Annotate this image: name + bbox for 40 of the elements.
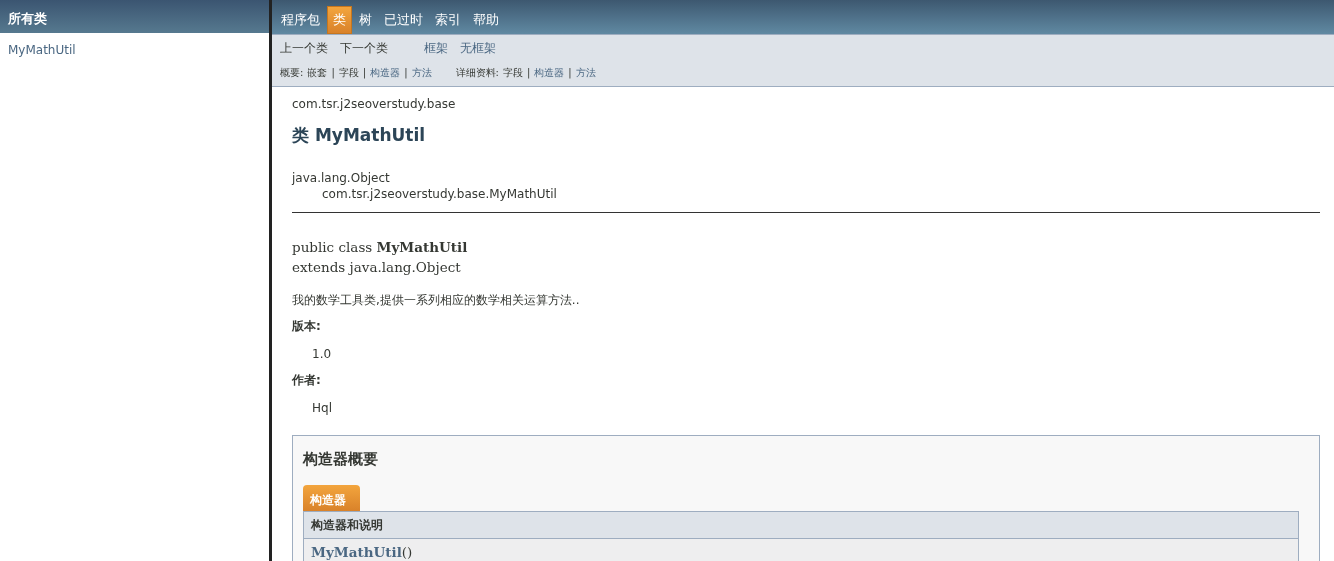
nav-link[interactable]: 构造器 [370, 64, 401, 80]
nav-text: 嵌套 [307, 65, 328, 80]
params-text: () [401, 543, 413, 560]
class-title: 类 MyMathUtil [292, 123, 427, 147]
description: 我的数学工具类,提供一系列相应的数学相关运算方法.. [292, 292, 581, 309]
constructor-link[interactable]: MyMathUtil [311, 543, 402, 560]
separator: | [526, 65, 531, 80]
nav-tab[interactable]: 已过时 [379, 7, 428, 33]
nav-text: 字段 [338, 65, 359, 80]
tag-label: 版本: [292, 318, 322, 335]
nav-link[interactable]: 无框架 [460, 38, 496, 57]
package-name: com.tsr.j2seoverstudy.base [292, 95, 457, 113]
nav-text: 上一个类 [280, 39, 328, 57]
nav-tab[interactable]: 程序包 [276, 7, 325, 33]
column-header: 构造器和说明 [303, 510, 1299, 539]
nav-tab[interactable]: 索引 [430, 7, 466, 33]
nav-text: 字段 [502, 65, 523, 80]
separator: | [404, 65, 408, 80]
tag-value: Hql [311, 400, 333, 417]
nav-text: 下一个类 [340, 39, 388, 57]
nav-tab[interactable]: 树 [354, 7, 377, 33]
nav-link[interactable]: 构造器 [534, 64, 565, 80]
separator: | [331, 65, 335, 80]
nav-tab[interactable]: 帮助 [468, 7, 504, 33]
nav-link[interactable]: 方法 [575, 64, 596, 80]
nav-label: 概要: [280, 65, 304, 80]
signature-line: public class MyMathUtil [292, 238, 469, 257]
separator: | [568, 65, 572, 80]
frame-title: 所有类 [0, 0, 269, 33]
separator: | [362, 65, 367, 80]
nav-link[interactable]: 框架 [424, 38, 448, 57]
nav-label: 详细资料: [455, 65, 499, 80]
nav-link[interactable]: 方法 [411, 64, 432, 80]
class-link[interactable]: MyMathUtil [8, 41, 76, 59]
tag-label: 作者: [292, 372, 322, 389]
section-title: 构造器概要 [303, 449, 379, 470]
tag-value: 1.0 [311, 346, 333, 363]
inheritance-item: com.tsr.j2seoverstudy.base.MyMathUtil [321, 186, 558, 202]
inheritance-item: java.lang.Object [292, 170, 391, 186]
signature-line: extends java.lang.Object [292, 258, 462, 277]
